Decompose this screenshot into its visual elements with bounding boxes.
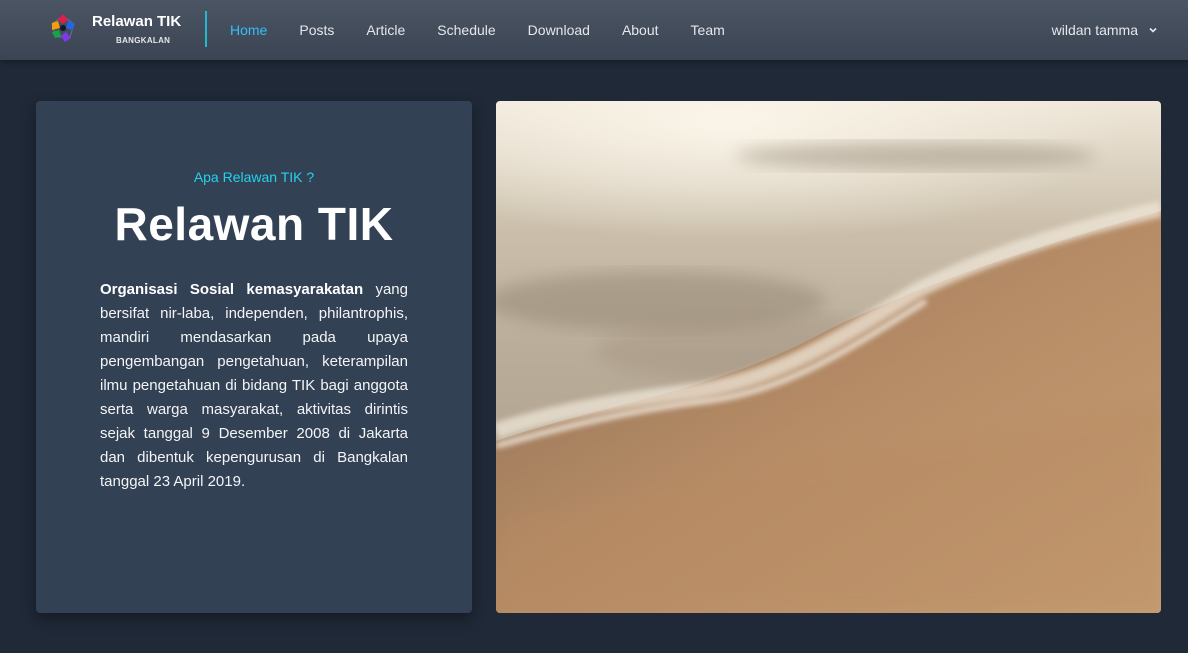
brand-subtitle: BANGKALAN [116,36,171,45]
top-navbar: Relawan TIK BANGKALAN Home Posts Article… [0,0,1188,60]
brand-title: Relawan TIK [92,13,182,30]
nav-link-posts[interactable]: Posts [299,22,334,38]
description-bold: Organisasi Sosial kemasyarakatan [100,281,364,298]
main-nav: Home Posts Article Schedule Download Abo… [230,0,757,60]
nav-link-article[interactable]: Article [366,22,405,38]
relawan-tik-logo-icon [51,14,75,42]
nav-link-team[interactable]: Team [691,22,725,38]
user-menu-button[interactable]: wildan tamma [1052,0,1158,60]
beach-photo-illustration [496,101,1161,613]
brand[interactable]: Relawan TIK BANGKALAN [45,10,195,50]
about-card: Apa Relawan TIK ? Relawan TIK Organisasi… [36,101,472,613]
nav-link-about[interactable]: About [622,22,659,38]
brand-divider [205,11,207,47]
about-kicker: Apa Relawan TIK ? [193,169,315,185]
nav-link-download[interactable]: Download [528,22,590,38]
nav-link-home[interactable]: Home [230,22,267,38]
about-headline: Relawan TIK [114,198,394,250]
user-name: wildan tamma [1051,22,1138,38]
nav-link-schedule[interactable]: Schedule [437,22,495,38]
chevron-down-icon [1149,27,1157,33]
about-description: Organisasi Sosial kemasyarakatan yang be… [100,278,408,494]
hero-beach-image [496,101,1161,613]
description-text: yang bersifat nir-laba, independen, phil… [100,281,408,490]
